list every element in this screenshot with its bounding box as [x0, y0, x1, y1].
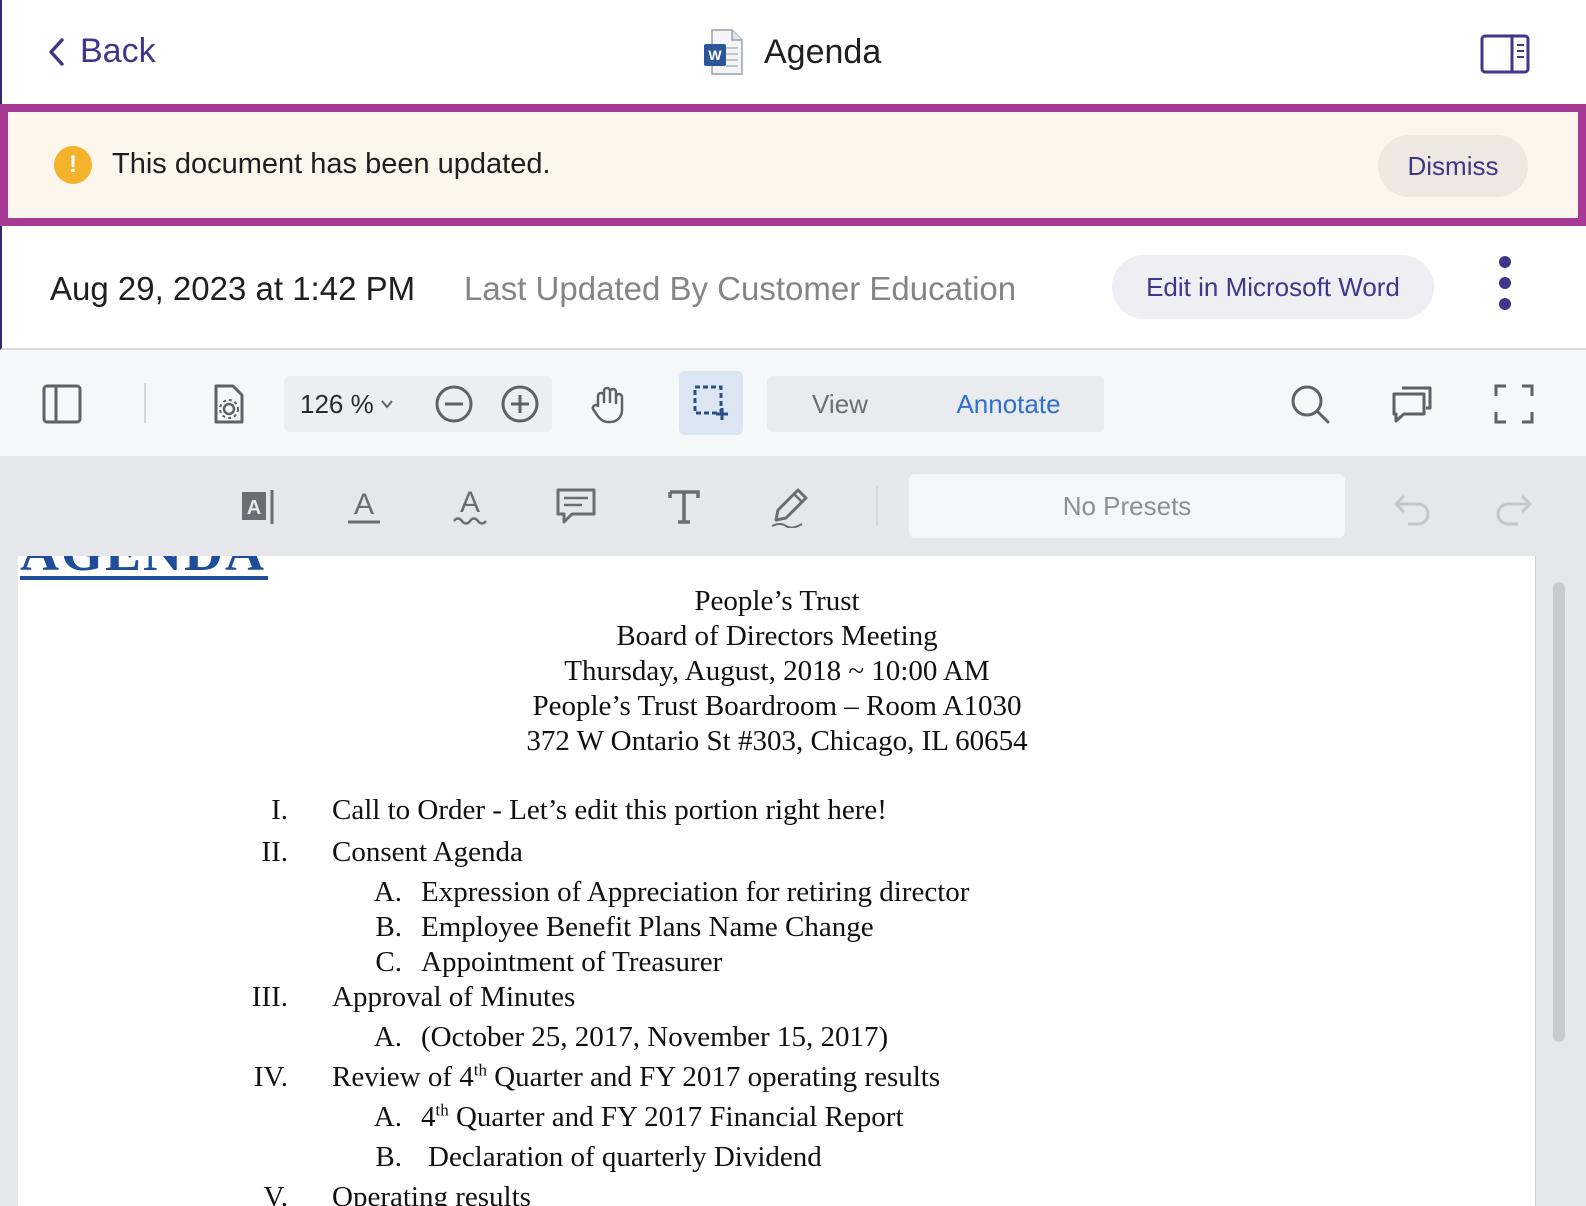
agenda-heading: AGENDA	[20, 556, 269, 580]
page-title: Agenda	[764, 32, 882, 71]
text-tool-icon[interactable]	[662, 484, 706, 528]
update-banner: ! This document has been updated. Dismis…	[0, 104, 1586, 226]
search-icon[interactable]	[1288, 382, 1332, 426]
header-line: Thursday, August, 2018 ~ 10:00 AM	[564, 655, 990, 687]
signature-pen-icon[interactable]	[768, 484, 812, 529]
back-label: Back	[80, 32, 156, 70]
agenda-subitem: 4th Quarter and FY 2017 Financial Report	[421, 1100, 904, 1133]
banner-message: This document has been updated.	[112, 148, 551, 180]
subitem-letter: A.	[373, 1021, 402, 1053]
toolbar-divider	[144, 383, 146, 423]
undo-icon[interactable]	[1390, 486, 1434, 530]
view-mode-toggle: View Annotate	[767, 376, 1104, 432]
scrollbar-thumb[interactable]	[1553, 582, 1565, 1042]
warning-icon: !	[54, 146, 92, 184]
note-comment-icon[interactable]	[554, 484, 598, 528]
svg-text:A: A	[247, 497, 261, 519]
svg-text:A: A	[460, 486, 480, 519]
more-options-icon[interactable]	[1488, 256, 1522, 316]
viewer-toolbar: 126 % View Annotate	[0, 350, 1586, 456]
agenda-item: Consent Agenda	[332, 836, 523, 868]
fullscreen-icon[interactable]	[1492, 382, 1536, 426]
header-line: 372 W Ontario St #303, Chicago, IL 60654	[526, 725, 1028, 757]
comments-icon[interactable]	[1390, 382, 1434, 426]
chevron-left-icon	[49, 37, 64, 66]
last-updated-by: Last Updated By Customer Education	[464, 270, 1017, 307]
svg-text:W: W	[708, 47, 722, 63]
pan-hand-icon[interactable]	[586, 382, 630, 426]
annotate-mode-tab[interactable]: Annotate	[913, 376, 1104, 432]
word-document-icon: W	[704, 29, 743, 75]
item-number: III.	[251, 981, 288, 1013]
last-updated-date: Aug 29, 2023 at 1:42 PM	[50, 270, 416, 307]
subitem-letter: A.	[373, 1101, 402, 1133]
header-line: People’s Trust	[694, 585, 860, 617]
agenda-subitem: Declaration of quarterly Dividend	[428, 1141, 822, 1173]
edit-in-word-button[interactable]: Edit in Microsoft Word	[1112, 255, 1434, 319]
side-panel-toggle-button[interactable]	[1480, 34, 1530, 74]
top-nav: Back W Agenda	[0, 0, 1586, 104]
agenda-item: Operating results	[332, 1181, 531, 1206]
zoom-control: 126 %	[284, 376, 552, 432]
agenda-subitem: Appointment of Treasurer	[421, 946, 723, 978]
toolbar-divider	[876, 486, 878, 526]
agenda-item: Approval of Minutes	[332, 981, 576, 1013]
redo-icon[interactable]	[1492, 486, 1536, 530]
subitem-letter: C.	[375, 946, 402, 978]
page-settings-icon[interactable]	[206, 382, 250, 426]
annotation-toolbar: A A A No Presets	[0, 456, 1586, 556]
back-button[interactable]: Back	[46, 32, 156, 71]
presets-dropdown[interactable]: No Presets	[909, 474, 1345, 538]
view-mode-tab[interactable]: View	[767, 376, 913, 432]
document-page: AGENDA People’s Trust Board of Directors…	[18, 556, 1536, 1206]
document-title-area: W Agenda	[702, 28, 881, 76]
chevron-down-icon[interactable]	[380, 397, 394, 411]
item-number: IV.	[253, 1061, 288, 1093]
zoom-level-dropdown[interactable]: 126 %	[300, 389, 374, 420]
side-panel-icon	[1480, 34, 1530, 74]
document-meta-bar: Aug 29, 2023 at 1:42 PM Last Updated By …	[0, 226, 1586, 350]
header-line: People’s Trust Boardroom – Room A1030	[532, 690, 1022, 722]
marquee-select-button[interactable]	[679, 371, 743, 435]
zoom-in-icon[interactable]	[500, 384, 540, 424]
agenda-item: Review of 4th Quarter and FY 2017 operat…	[332, 1060, 941, 1093]
agenda-subitem: (October 25, 2017, November 15, 2017)	[421, 1021, 889, 1053]
subitem-letter: B.	[375, 911, 402, 943]
agenda-item: Call to Order - Let’s edit this portion …	[332, 794, 887, 826]
subitem-letter: A.	[373, 876, 402, 908]
item-number: II.	[261, 836, 288, 868]
squiggly-text-icon[interactable]: A	[448, 484, 492, 528]
sidebar-toggle-icon[interactable]	[40, 382, 84, 426]
subitem-letter: B.	[375, 1141, 402, 1173]
agenda-subitem: Expression of Appreciation for retiring …	[421, 876, 970, 908]
free-text-annotation-icon[interactable]: A	[236, 484, 280, 528]
underline-text-icon[interactable]: A	[342, 484, 386, 528]
item-number: I.	[271, 794, 288, 826]
zoom-out-icon[interactable]	[434, 384, 474, 424]
svg-text:A: A	[354, 488, 374, 521]
header-line: Board of Directors Meeting	[616, 620, 938, 652]
item-number: V.	[263, 1181, 288, 1206]
dismiss-button[interactable]: Dismiss	[1378, 135, 1528, 197]
agenda-subitem: Employee Benefit Plans Name Change	[421, 911, 874, 943]
marquee-select-icon	[693, 385, 728, 420]
document-viewer[interactable]: AGENDA People’s Trust Board of Directors…	[0, 556, 1586, 1206]
